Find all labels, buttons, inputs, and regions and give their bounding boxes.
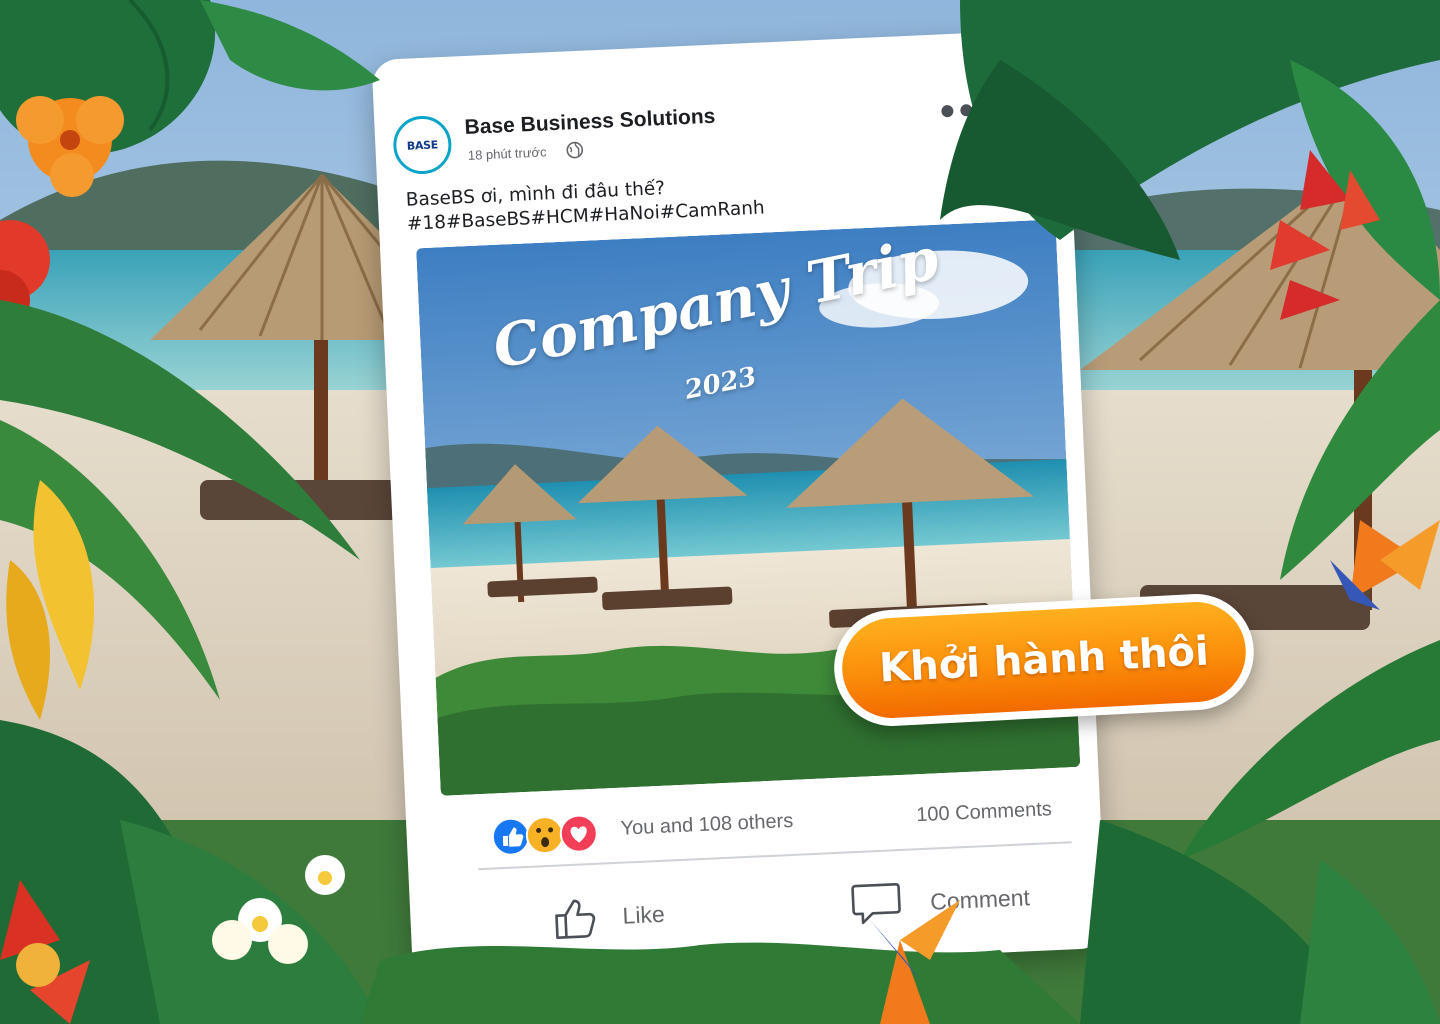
- like-button[interactable]: Like: [549, 884, 701, 947]
- thumbs-up-icon: [555, 899, 596, 939]
- depart-cta-button[interactable]: Khởi hành thôi: [831, 591, 1257, 729]
- comment-button[interactable]: Comment: [849, 867, 1071, 933]
- post-timestamp[interactable]: 18 phút trước: [468, 144, 547, 163]
- wow-reaction-icon: [525, 816, 564, 855]
- post-author-name[interactable]: Base Business Solutions: [464, 105, 716, 140]
- globe-icon: [566, 141, 584, 159]
- like-reaction-icon: [491, 817, 530, 856]
- brand-avatar[interactable]: BASE: [392, 114, 453, 176]
- like-label: Like: [621, 900, 666, 929]
- reaction-icons[interactable]: [490, 813, 602, 858]
- cta-label: Khởi hành thôi: [878, 628, 1210, 692]
- cta-pill: Khởi hành thôi: [839, 599, 1249, 721]
- comment-count[interactable]: 100 Comments: [916, 798, 1053, 827]
- speech-bubble-icon: [851, 882, 901, 925]
- love-reaction-icon: [559, 814, 598, 853]
- comment-label: Comment: [929, 883, 1031, 915]
- social-post-card: BASE Base Business Solutions 18 phút trư…: [371, 28, 1107, 980]
- brand-logo-text: BASE: [406, 137, 439, 153]
- more-options-icon[interactable]: [940, 102, 993, 118]
- reaction-count[interactable]: You and 108 others: [620, 810, 794, 841]
